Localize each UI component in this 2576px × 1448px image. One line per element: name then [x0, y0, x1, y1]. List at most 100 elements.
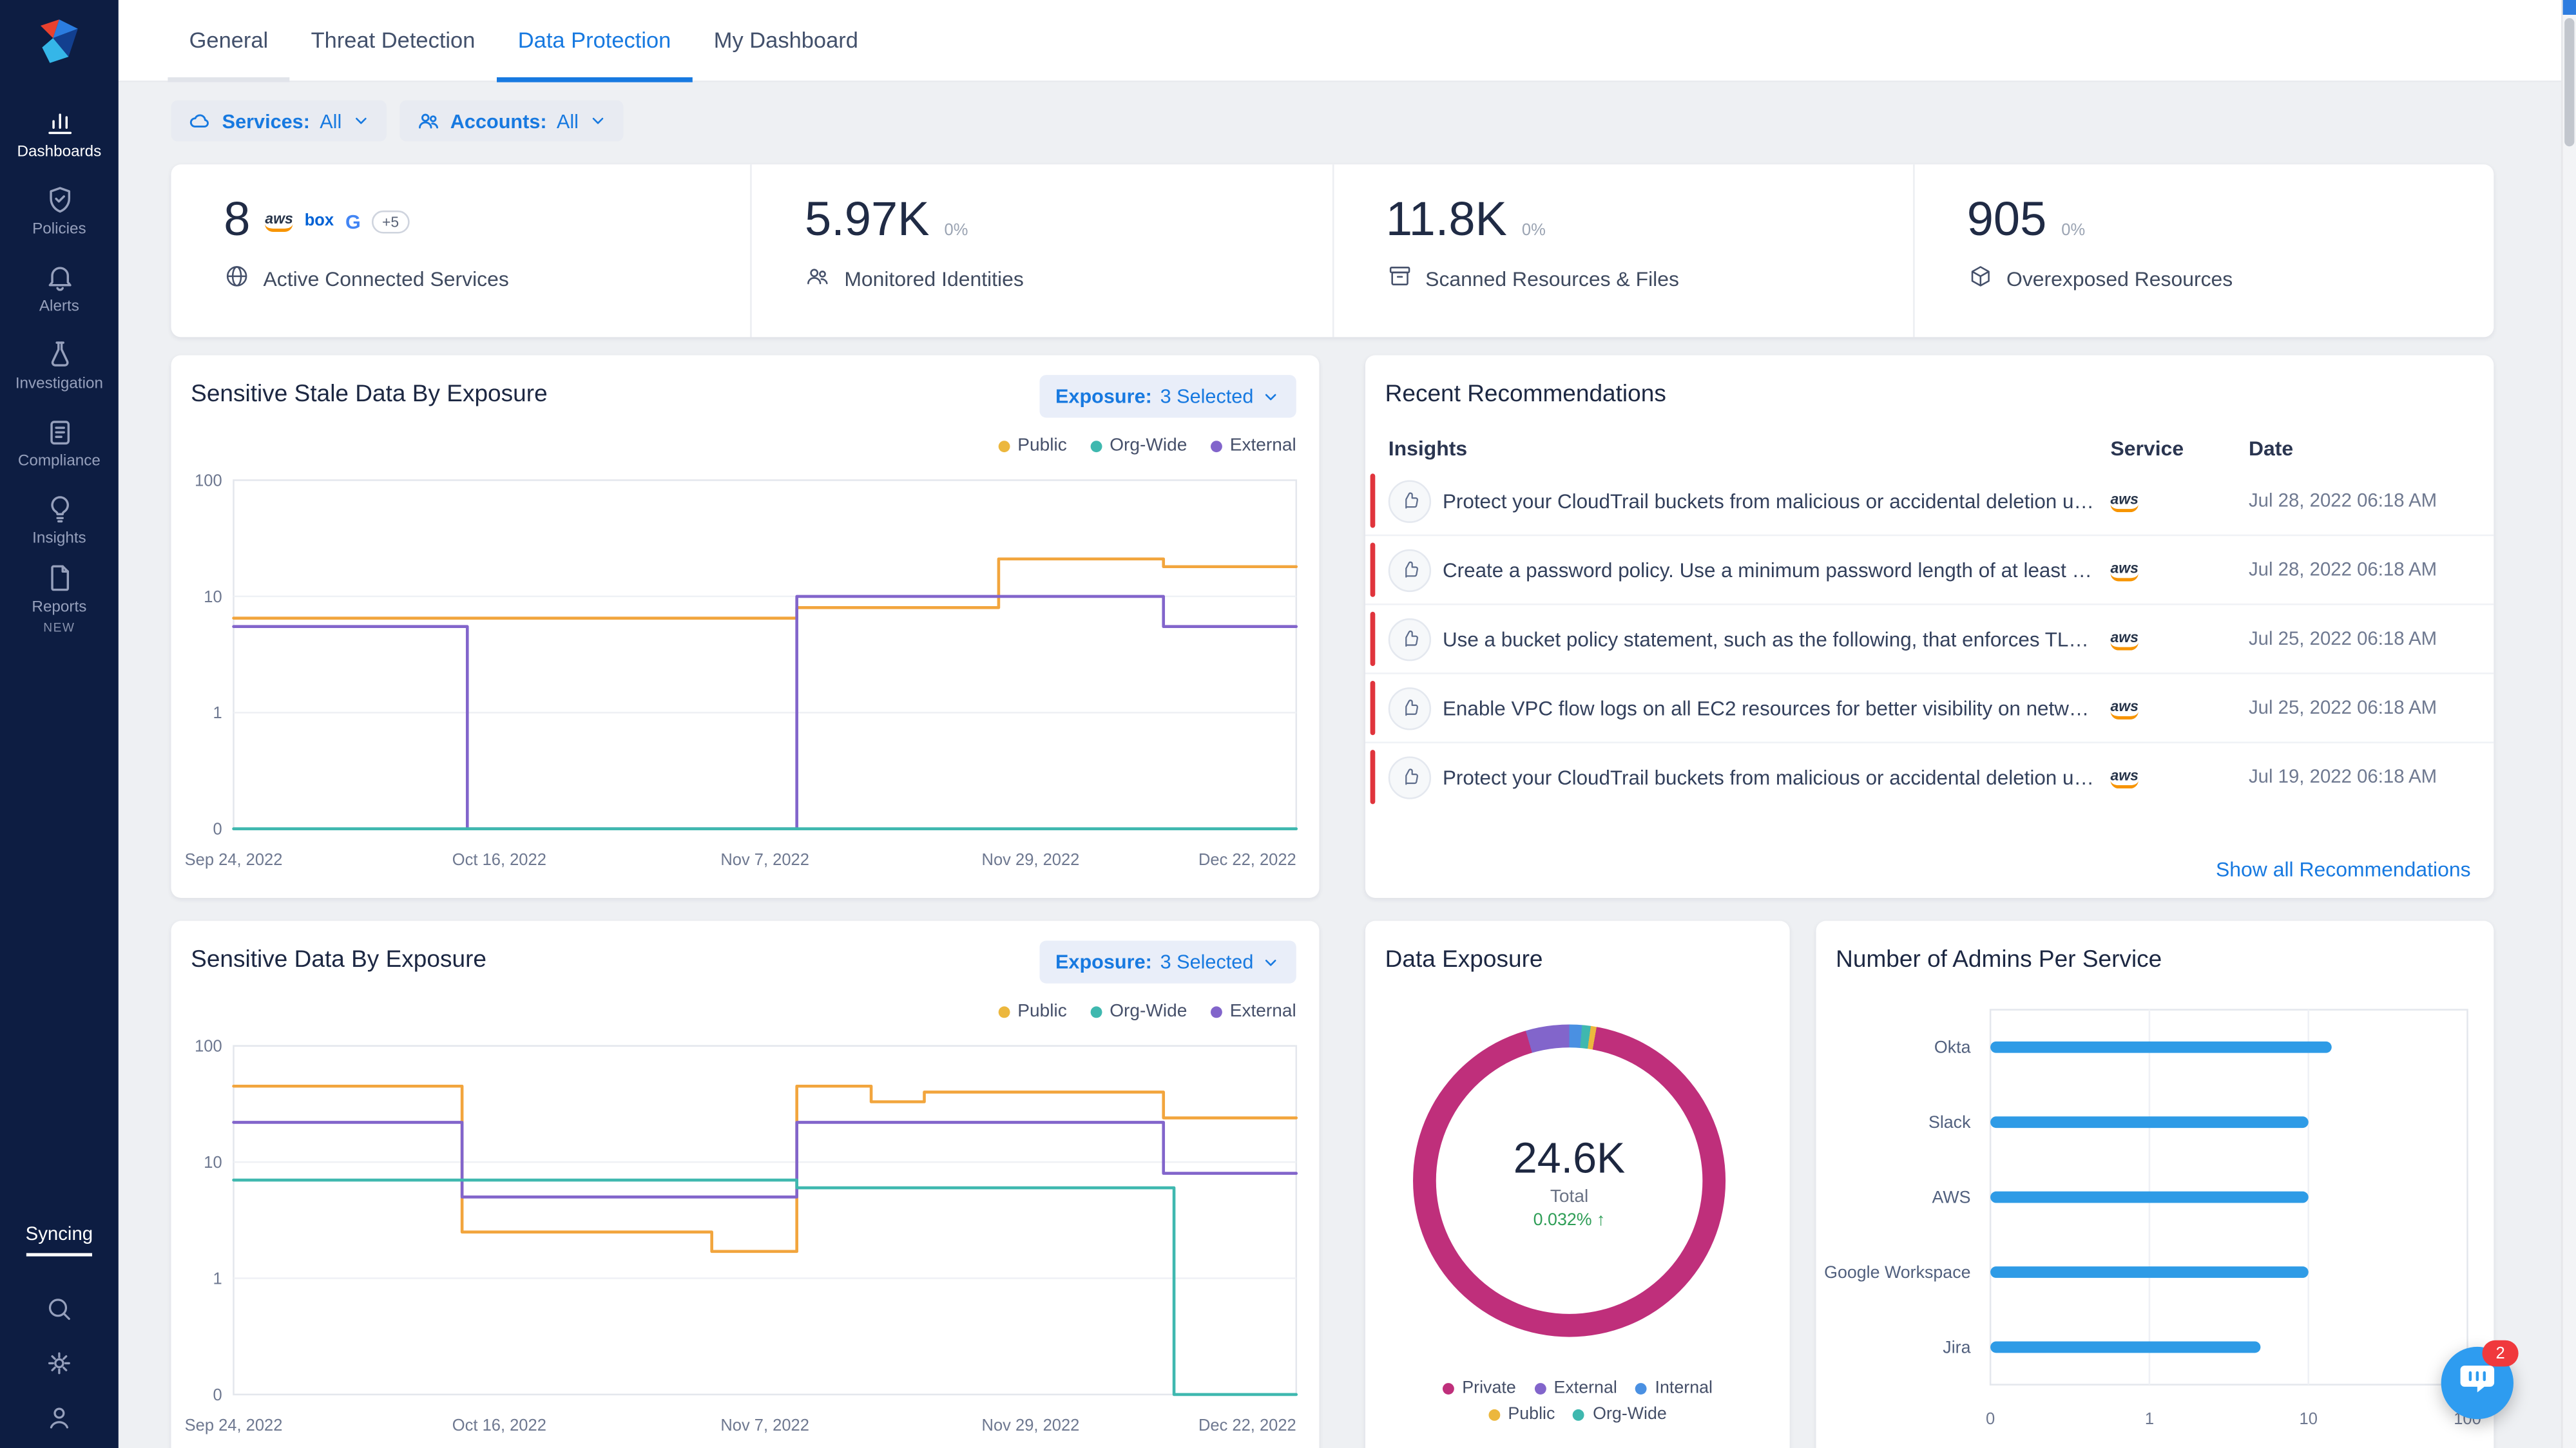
search-icon[interactable] — [44, 1294, 74, 1324]
legend-dot — [1090, 1005, 1102, 1018]
severity-bar — [1370, 750, 1376, 805]
chevron-down-icon — [588, 112, 606, 130]
filter-label: Exposure: — [1055, 385, 1152, 408]
user-icon[interactable] — [44, 1403, 74, 1433]
svg-text:Okta: Okta — [1934, 1038, 1971, 1057]
legend-dot — [1210, 439, 1222, 452]
legend-dot — [1635, 1382, 1647, 1394]
stale-exposure-chart: 0 1 10 100 Sep 24, 2022 Oct 16, 2022 Nov 7, 20… — [185, 472, 1298, 869]
kpi-caption: Monitored Identities — [844, 267, 1024, 291]
bell-icon — [44, 262, 75, 293]
gear-icon[interactable] — [44, 1348, 74, 1378]
svg-text:1: 1 — [213, 1270, 222, 1288]
chat-launcher-button[interactable]: 2 — [2441, 1340, 2519, 1420]
recommendation-row[interactable]: Create a password policy. Use a minimum … — [1365, 534, 2494, 604]
recommendation-date: Jul 25, 2022 06:18 AM — [2248, 629, 2437, 649]
scrollbar-top-arrow[interactable] — [2562, 0, 2576, 15]
admins-per-service-chart: 0 1 10 100OktaSlackAWSGoogle WorkspaceJira — [1824, 1009, 2481, 1428]
severity-bar — [1370, 542, 1376, 597]
sidebar-item-label: Compliance — [17, 452, 101, 471]
kpi-delta: 0% — [944, 222, 968, 240]
syncing-status[interactable]: Syncing — [25, 1225, 93, 1257]
tab-label: General — [189, 28, 269, 53]
kpi-delta: 0% — [1521, 222, 1546, 240]
svg-text:Dec 22, 2022: Dec 22, 2022 — [1198, 1416, 1296, 1434]
svg-text:Nov 29, 2022: Nov 29, 2022 — [982, 1416, 1080, 1434]
svg-text:0: 0 — [1986, 1410, 1995, 1428]
aws-icon: aws — [2110, 559, 2139, 581]
tab-general[interactable]: General — [168, 0, 290, 82]
thumbs-up-icon — [1388, 617, 1432, 661]
recommendation-row[interactable]: Protect your CloudTrail buckets from mal… — [1365, 467, 2494, 535]
donut-legend: Private External Internal Public Org-Wid… — [1365, 1378, 1790, 1424]
document-icon — [44, 562, 75, 593]
services-filter[interactable]: Services: All — [171, 100, 387, 142]
sidebar-item-investigation[interactable]: Investigation — [0, 327, 119, 405]
recommendation-row[interactable]: Protect your CloudTrail buckets from mal… — [1365, 741, 2494, 810]
legend-dot — [1573, 1408, 1585, 1420]
sidebar-item-dashboards[interactable]: Dashboards — [0, 95, 119, 173]
dashboards-icon — [44, 107, 75, 138]
card-title: Sensitive Data By Exposure — [191, 947, 487, 974]
app-root: Dashboards Policies Alerts Investigation — [0, 0, 2576, 1448]
svg-text:Slack: Slack — [1928, 1112, 1971, 1132]
svg-text:Nov 29, 2022: Nov 29, 2022 — [982, 851, 1080, 869]
svg-text:10: 10 — [204, 588, 222, 606]
svg-text:Dec 22, 2022: Dec 22, 2022 — [1198, 851, 1296, 869]
app-logo-icon[interactable] — [32, 15, 88, 79]
recommendation-text: Create a password policy. Use a minimum … — [1442, 558, 2098, 582]
show-all-recommendations-link[interactable]: Show all Recommendations — [2216, 859, 2471, 882]
svg-text:Nov 7, 2022: Nov 7, 2022 — [720, 1416, 809, 1434]
sidebar-item-alerts[interactable]: Alerts — [0, 250, 119, 327]
svg-text:Jira: Jira — [1943, 1337, 1970, 1357]
filter-value: All — [556, 109, 579, 133]
legend-dot — [1090, 439, 1102, 452]
kpi-scanned-resources: 11.8K 0% Scanned Resources & Files — [1331, 164, 1913, 338]
tab-data-protection[interactable]: Data Protection — [496, 0, 693, 82]
legend-dot — [1533, 1382, 1546, 1394]
severity-bar — [1370, 611, 1376, 666]
sidebar-item-policies[interactable]: Policies — [0, 173, 119, 250]
svg-text:0: 0 — [213, 1386, 222, 1404]
sensitive-exposure-chart: 0 1 10 100 Sep 24, 2022 Oct 16, 2022 Nov 7, 20… — [185, 1038, 1298, 1434]
svg-text:0: 0 — [213, 821, 222, 839]
recommendation-row[interactable]: Use a bucket policy statement, such as t… — [1365, 603, 2494, 672]
legend-dot — [1442, 1382, 1454, 1394]
filter-label: Services: — [222, 109, 310, 133]
chevron-down-icon — [352, 112, 370, 130]
recommendation-text: Use a bucket policy statement, such as t… — [1442, 627, 2098, 651]
tab-threat-detection[interactable]: Threat Detection — [289, 0, 496, 81]
sidebar-item-label: Insights — [32, 529, 86, 548]
kpi-value: 5.97K — [805, 194, 930, 247]
tab-my-dashboard[interactable]: My Dashboard — [693, 0, 880, 81]
legend-item: Public — [997, 1002, 1067, 1021]
new-badge: NEW — [43, 619, 75, 634]
scrollbar[interactable] — [2561, 0, 2576, 1448]
svg-text:100: 100 — [195, 1038, 222, 1056]
sidebar-item-label: Reports — [32, 598, 87, 616]
admins-per-service-card: Number of Admins Per Service 0 1 10 100 Okta… — [1816, 920, 2494, 1448]
legend-dot — [1210, 1005, 1222, 1018]
sidebar-item-compliance[interactable]: Compliance — [0, 405, 119, 482]
sidebar-item-reports[interactable]: Reports NEW — [0, 559, 119, 636]
sidebar-item-label: Alerts — [39, 298, 79, 316]
card-title: Number of Admins Per Service — [1836, 947, 2162, 974]
svg-text:Oct 16, 2022: Oct 16, 2022 — [452, 1416, 546, 1434]
exposure-filter-button[interactable]: Exposure: 3 Selected — [1039, 375, 1296, 418]
card-title: Recent Recommendations — [1385, 381, 1666, 408]
filter-value: All — [320, 109, 342, 133]
sidebar-item-insights[interactable]: Insights — [0, 482, 119, 559]
accounts-filter[interactable]: Accounts: All — [399, 100, 623, 142]
google-icon: G — [345, 209, 361, 233]
recommendation-row[interactable]: Enable VPC flow logs on all EC2 resource… — [1365, 672, 2494, 741]
legend-dot — [1488, 1408, 1500, 1420]
scrollbar-thumb[interactable] — [2564, 18, 2575, 147]
chevron-down-icon — [1262, 953, 1280, 971]
kpi-active-services: 8 aws box G +5 Active Connected Services — [171, 164, 751, 337]
thumbs-up-icon — [1388, 548, 1432, 591]
filter-label: Exposure: — [1055, 950, 1152, 974]
kpi-delta: 0% — [2061, 222, 2086, 240]
exposure-filter-button[interactable]: Exposure: 3 Selected — [1039, 940, 1296, 984]
more-services-badge[interactable]: +5 — [372, 209, 409, 233]
svg-text:Oct 16, 2022: Oct 16, 2022 — [452, 851, 546, 869]
